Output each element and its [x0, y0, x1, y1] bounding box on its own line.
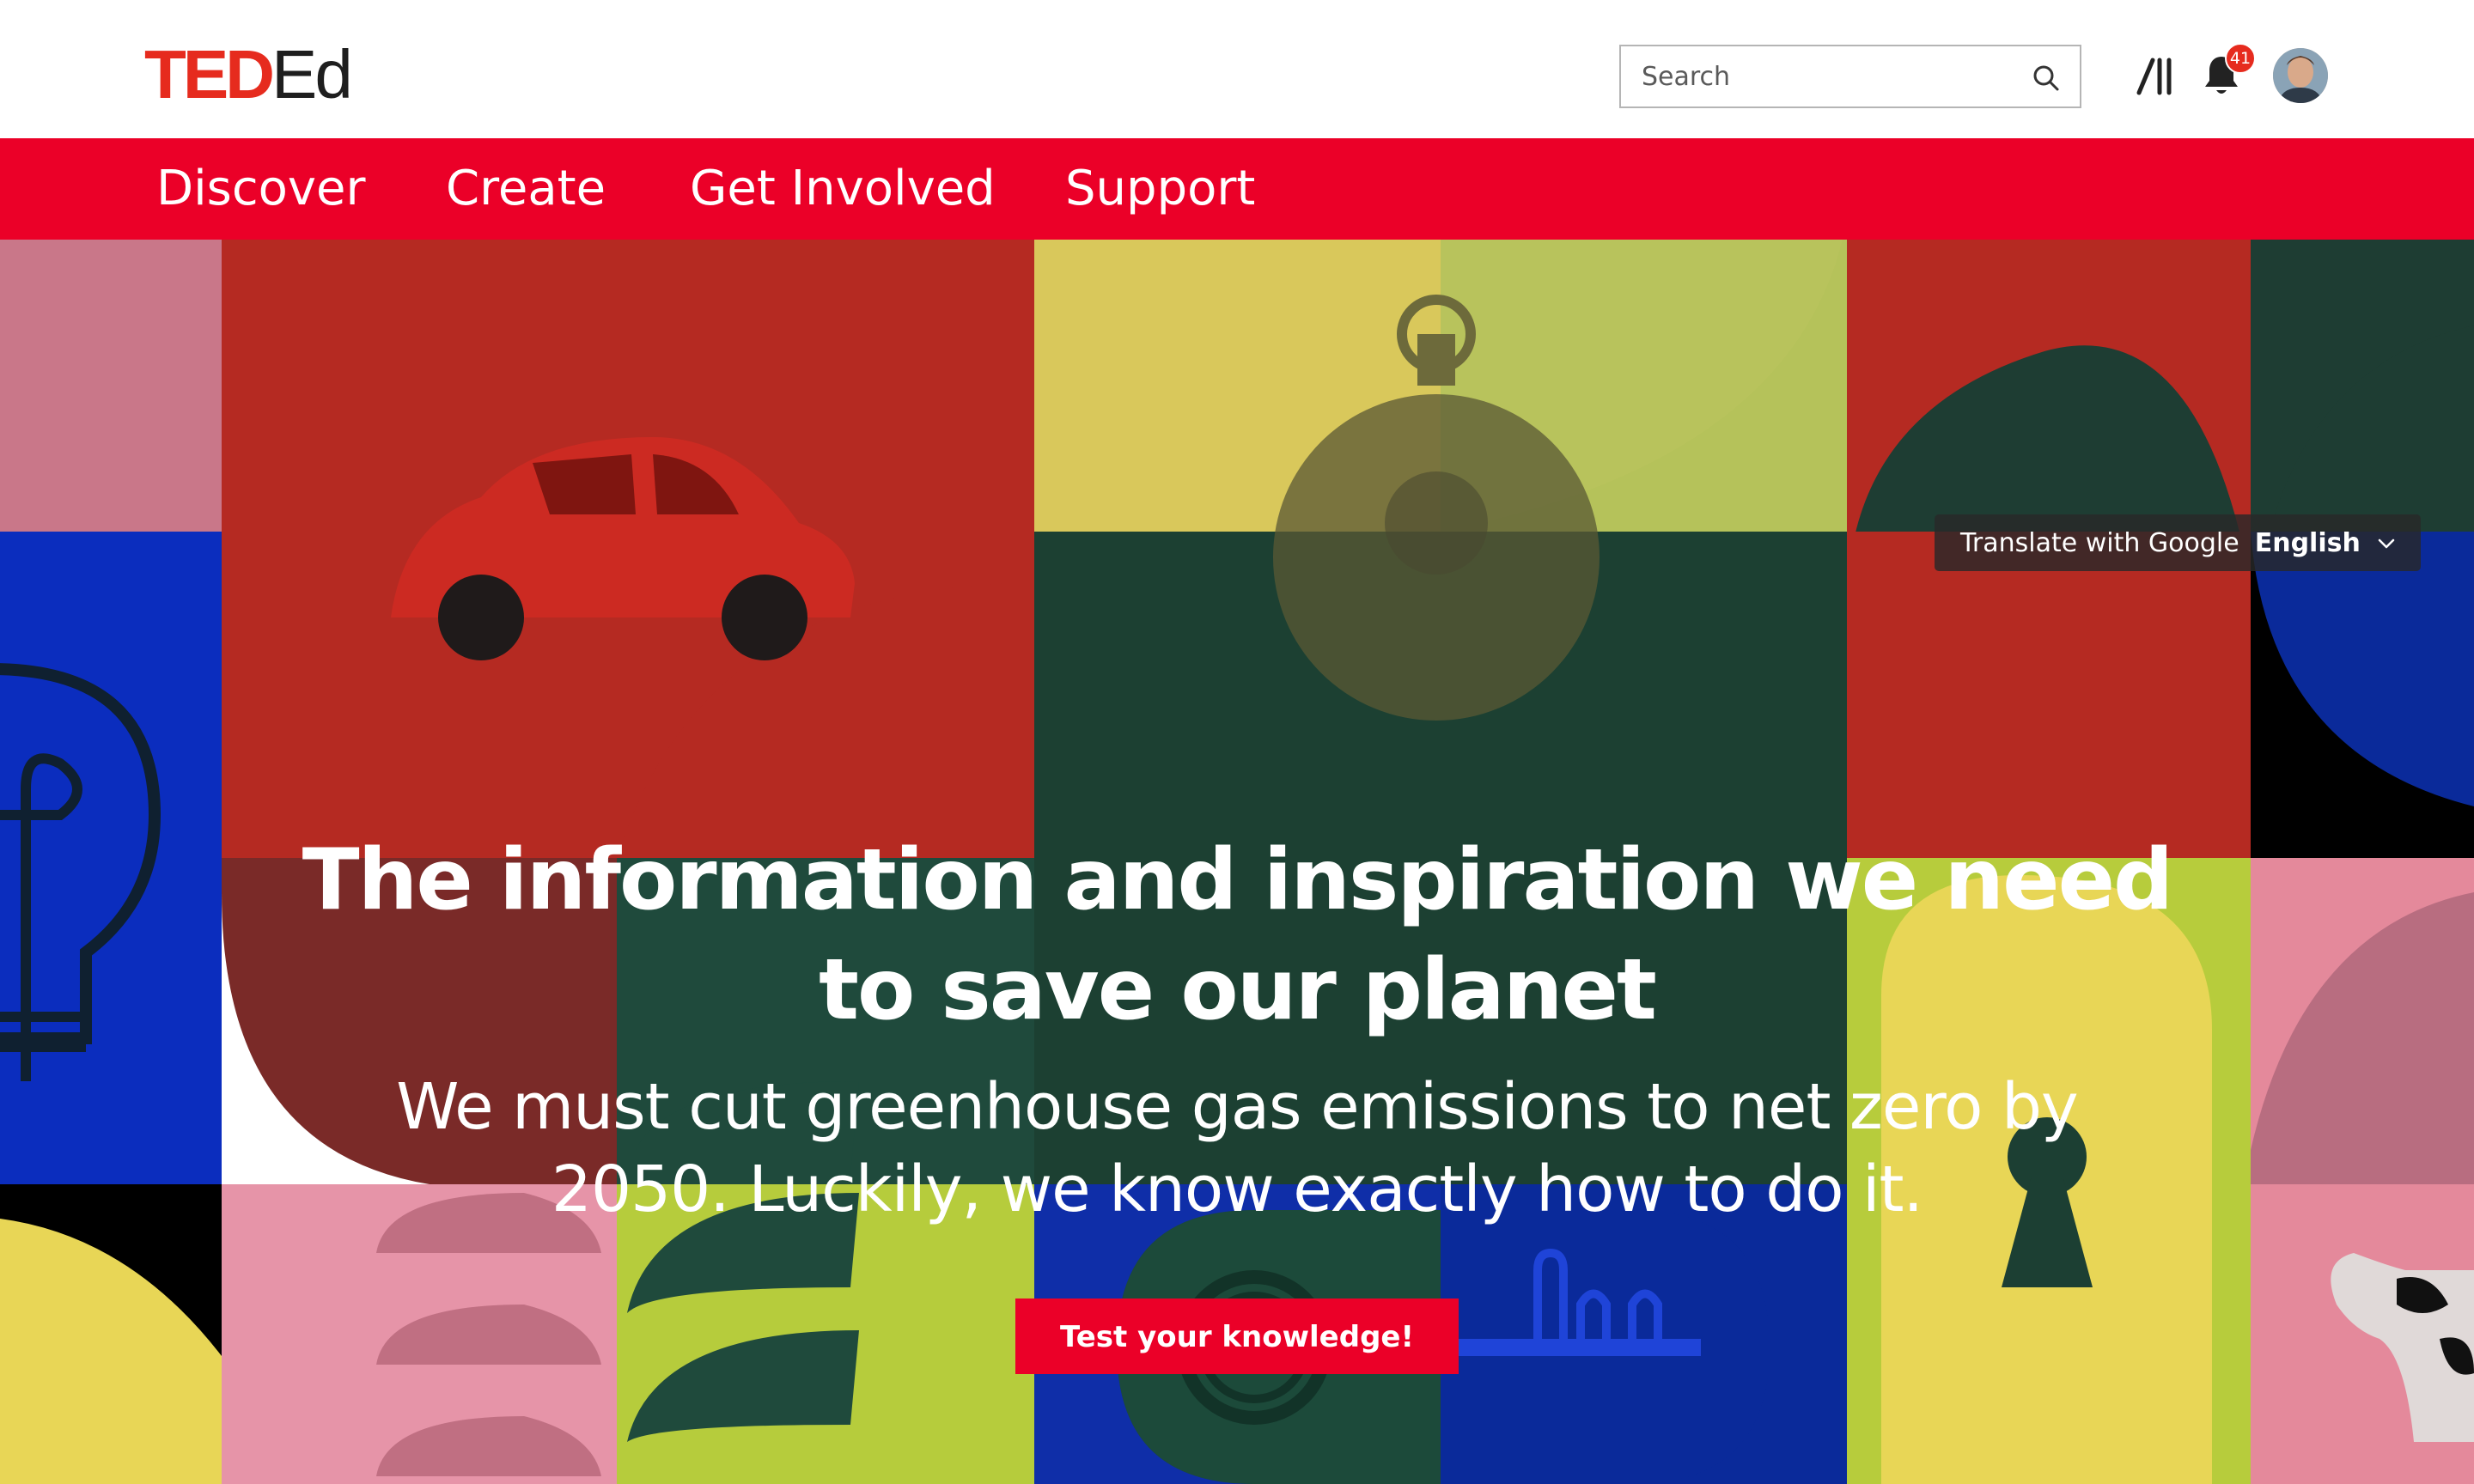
- avatar-image: [2273, 48, 2328, 103]
- search-box: [1619, 45, 2081, 108]
- hero-subheadline-line-2: 2050. Luckily, we know exactly how to do…: [551, 1153, 1923, 1226]
- logo-ted-text: TED: [144, 36, 275, 113]
- library-icon[interactable]: [2136, 55, 2173, 96]
- hero-headline-line-1: The information and inspiration we need: [302, 831, 2173, 929]
- main-nav: Discover Create Get Involved Support: [0, 138, 2474, 240]
- logo-ed-text: Ed: [271, 36, 353, 113]
- nav-item-discover[interactable]: Discover: [156, 138, 366, 240]
- notification-badge: 41: [2225, 43, 2256, 74]
- nav-item-support[interactable]: Support: [1065, 138, 1255, 240]
- nav-item-get-involved[interactable]: Get Involved: [690, 138, 996, 240]
- avatar[interactable]: [2273, 48, 2328, 103]
- hero-subheadline: We must cut greenhouse gas emissions to …: [258, 1066, 2216, 1231]
- ted-ed-logo[interactable]: TED Ed: [144, 36, 353, 113]
- hero-headline: The information and inspiration we need …: [258, 825, 2216, 1045]
- nav-item-create[interactable]: Create: [446, 138, 606, 240]
- hero-banner: Translate with Google English The inform…: [0, 240, 2474, 1484]
- hero-headline-line-2: to save our planet: [819, 941, 1657, 1039]
- top-header: TEDEd 41: [0, 0, 2474, 138]
- search-input[interactable]: [1621, 46, 2016, 106]
- test-your-knowledge-button[interactable]: Test your knowledge!: [1015, 1298, 1459, 1374]
- search-icon[interactable]: [2032, 64, 2061, 93]
- translate-dropdown[interactable]: Translate with Google English: [1935, 514, 2421, 571]
- translate-language: English: [2254, 527, 2361, 558]
- translate-label: Translate with Google: [1960, 527, 2239, 558]
- chevron-down-icon: [2378, 538, 2395, 549]
- hero-subheadline-line-1: We must cut greenhouse gas emissions to …: [396, 1070, 2078, 1144]
